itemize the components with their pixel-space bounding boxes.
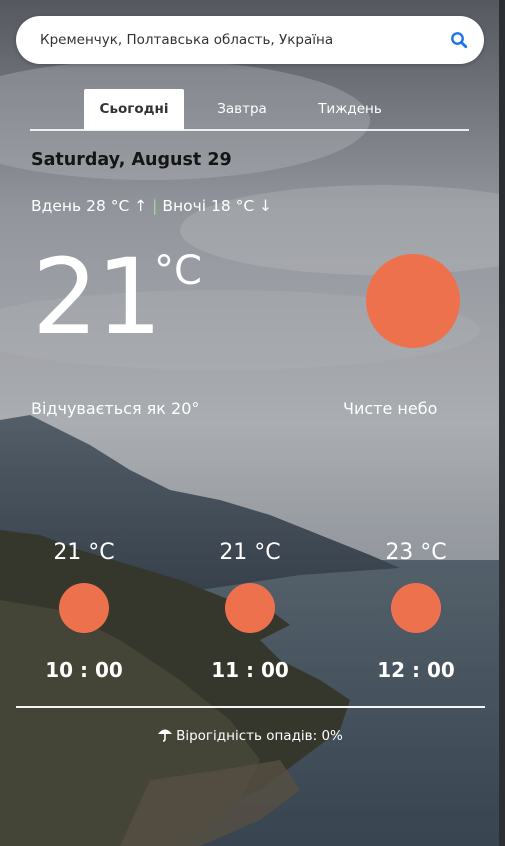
umbrella-icon: [158, 729, 173, 742]
sun-icon: [225, 583, 275, 633]
tab-today[interactable]: Сьогодні: [84, 89, 184, 130]
search-icon[interactable]: [450, 31, 468, 49]
current-temperature: 21 °C: [32, 232, 202, 362]
current-temp-unit: °C: [154, 248, 202, 294]
day-night-temps: Вдень 28 °C ↑ | Вночі 18 °C ↓: [31, 197, 272, 215]
hourly-item: 21 °C 10 : 00: [29, 540, 139, 682]
sun-icon: [59, 583, 109, 633]
separator: |: [147, 197, 163, 215]
precipitation-text: Вірогідність опадів: 0%: [176, 728, 343, 744]
tab-underline: [30, 129, 469, 131]
hourly-temp: 21 °C: [219, 540, 281, 565]
hourly-time: 11 : 00: [211, 658, 289, 682]
search-input[interactable]: [40, 32, 430, 48]
night-temp: Вночі 18 °C ↓: [162, 197, 273, 215]
hourly-time: 10 : 00: [45, 658, 123, 682]
feels-like: Відчувається як 20°: [31, 399, 200, 418]
tab-bar: Сьогодні Завтра Тиждень: [30, 89, 469, 131]
condition-text: Чисте небо: [343, 399, 438, 418]
scrollbar[interactable]: [499, 0, 505, 846]
divider: [16, 706, 485, 708]
hourly-temp: 21 °C: [53, 540, 115, 565]
hourly-item: 23 °C 12 : 00: [361, 540, 471, 682]
hourly-item: 21 °C 11 : 00: [195, 540, 305, 682]
hourly-time: 12 : 00: [377, 658, 455, 682]
sun-icon: [391, 583, 441, 633]
precipitation-info: Вірогідність опадів: 0%: [0, 727, 500, 744]
hourly-temp: 23 °C: [385, 540, 447, 565]
current-date: Saturday, August 29: [31, 150, 232, 170]
tab-week[interactable]: Тиждень: [300, 89, 400, 130]
day-temp: Вдень 28 °C ↑: [31, 197, 148, 215]
tab-tomorrow[interactable]: Завтра: [192, 89, 292, 130]
sun-icon: [366, 254, 460, 348]
current-temp-value: 21: [32, 236, 162, 358]
search-bar: [16, 16, 484, 64]
